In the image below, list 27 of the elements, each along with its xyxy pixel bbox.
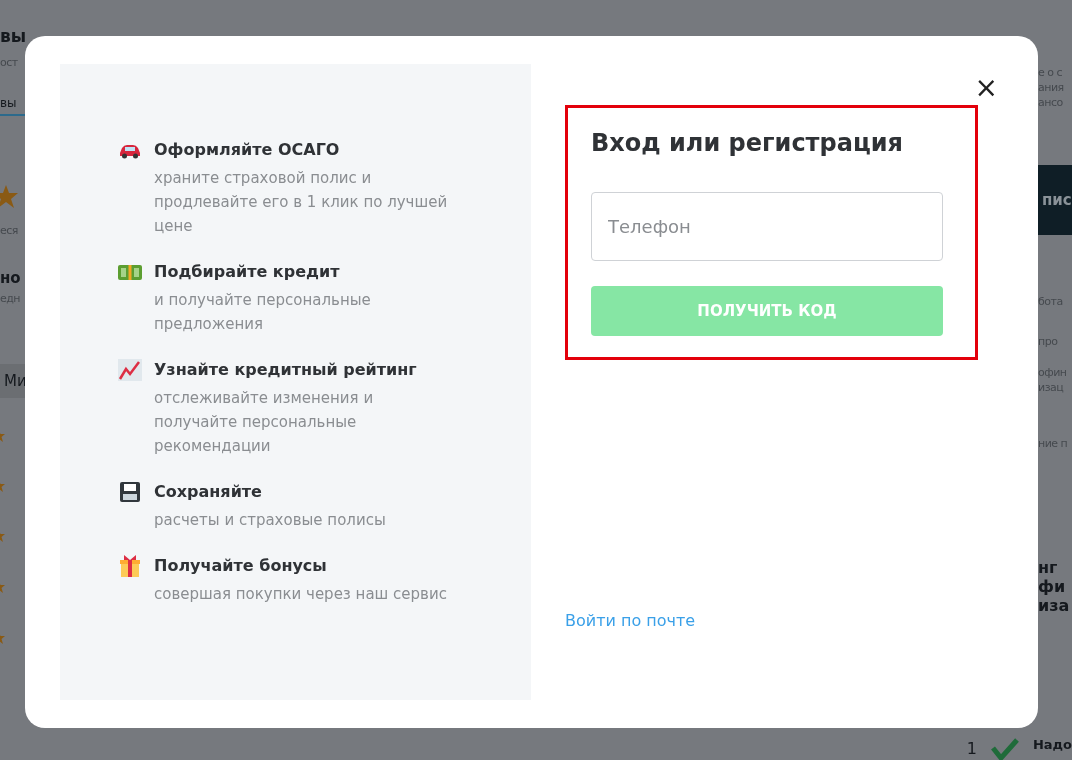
check-icon: [990, 738, 1019, 760]
feature-description: расчеты и страховые полисы: [154, 510, 387, 531]
feature-title: Сохраняйте: [154, 481, 263, 503]
background-heading: иза: [1038, 595, 1071, 616]
feature-description: храните страховой полис и продлевайте его в 1 клик по лучшей цене: [154, 168, 449, 237]
chart-icon: [118, 359, 142, 381]
list-number: 1: [966, 739, 977, 758]
close-button[interactable]: ×: [974, 74, 998, 102]
phone-input-field[interactable]: Телефон: [591, 192, 943, 261]
star-icon: [0, 183, 18, 210]
email-login-link[interactable]: Войти по почте: [565, 611, 696, 630]
feature-title: Узнайте кредитный рейтинг: [154, 359, 418, 381]
dialog-title: Вход или регистрация: [591, 128, 904, 159]
background-button[interactable]: пис: [1038, 164, 1072, 235]
background-heading: вы: [0, 26, 25, 47]
gift-icon: [118, 555, 142, 577]
background-heading: но: [0, 269, 22, 288]
feature-description: и получайте персональные предложения: [154, 290, 372, 335]
filter-chip[interactable]: Ми: [0, 364, 25, 399]
feature-title: Оформляйте ОСАГО: [154, 139, 341, 161]
feature-description: совершая покупки через наш сервис: [154, 584, 448, 605]
background-text: Надо: [1032, 737, 1072, 752]
feature-title: Подбирайте кредит: [154, 261, 341, 283]
feature-description: отслеживайте изменения и получайте персональные рекомендации: [154, 388, 375, 457]
background-heading: фи: [1038, 576, 1067, 596]
feature-title: Получайте бонусы: [154, 555, 328, 577]
background-heading: нг: [1038, 557, 1059, 577]
